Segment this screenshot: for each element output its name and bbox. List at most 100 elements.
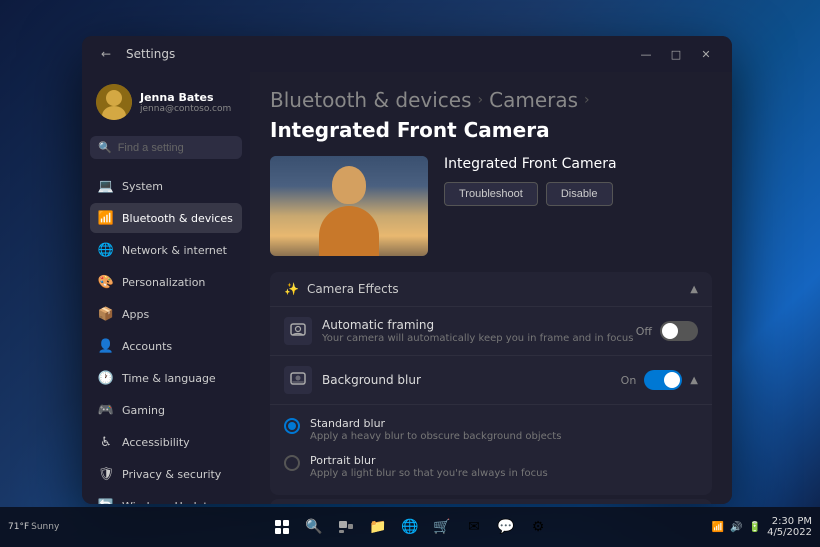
user-info: Jenna Bates jenna@contoso.com bbox=[140, 91, 236, 114]
maximize-button[interactable]: □ bbox=[662, 44, 690, 64]
effects-chevron-up: ▲ bbox=[690, 284, 698, 295]
window-title: Settings bbox=[126, 47, 175, 61]
minimize-button[interactable]: — bbox=[632, 44, 660, 64]
bg-blur-text: Background blur bbox=[322, 373, 621, 387]
sidebar-item-system[interactable]: 💻 System bbox=[90, 171, 242, 201]
sidebar-item-label: System bbox=[122, 180, 163, 193]
sidebar-item-label: Gaming bbox=[122, 404, 165, 417]
sidebar-item-label: Time & language bbox=[122, 372, 216, 385]
sidebar-item-gaming[interactable]: 🎮 Gaming bbox=[90, 395, 242, 425]
sidebar-item-bluetooth[interactable]: 📶 Bluetooth & devices bbox=[90, 203, 242, 233]
window-controls: — □ ✕ bbox=[632, 44, 720, 64]
settings-taskbar-button[interactable]: ⚙ bbox=[524, 513, 552, 541]
person-head bbox=[332, 166, 366, 204]
start-button[interactable] bbox=[268, 513, 296, 541]
search-input[interactable] bbox=[118, 142, 234, 154]
settings-window: ← Settings — □ ✕ bbox=[82, 36, 732, 504]
portrait-blur-desc: Apply a light blur so that you're always… bbox=[310, 468, 698, 479]
edge-button[interactable]: 🌐 bbox=[396, 513, 424, 541]
sidebar-item-accessibility[interactable]: ♿ Accessibility bbox=[90, 427, 242, 457]
teams-button[interactable]: 💬 bbox=[492, 513, 520, 541]
volume-icon: 🔊 bbox=[730, 522, 742, 533]
sidebar-item-personalization[interactable]: 🎨 Personalization bbox=[90, 267, 242, 297]
background-blur-row: Background blur On ▲ bbox=[270, 355, 712, 404]
clock-time: 2:30 PM bbox=[772, 516, 812, 527]
toggle-thumb bbox=[664, 372, 680, 388]
sidebar-item-label: Apps bbox=[122, 308, 149, 321]
bg-blur-status: On bbox=[621, 374, 637, 387]
camera-info: Integrated Front Camera Troubleshoot Dis… bbox=[444, 156, 617, 256]
sidebar-item-accounts[interactable]: 👤 Accounts bbox=[90, 331, 242, 361]
standard-blur-text: Standard blur Apply a heavy blur to obsc… bbox=[310, 417, 698, 442]
battery-icon: 🔋 bbox=[749, 522, 761, 533]
taskbar-left: 71°F Sunny bbox=[8, 522, 59, 532]
avatar bbox=[96, 84, 132, 120]
sidebar-item-apps[interactable]: 📦 Apps bbox=[90, 299, 242, 329]
toggle-thumb bbox=[662, 323, 678, 339]
portrait-blur-radio[interactable] bbox=[284, 455, 300, 471]
breadcrumb: Bluetooth & devices › Cameras › Integrat… bbox=[270, 88, 712, 142]
camera-buttons: Troubleshoot Disable bbox=[444, 182, 617, 206]
camera-section: Integrated Front Camera Troubleshoot Dis… bbox=[270, 156, 712, 256]
taskbar-right: 📶 🔊 🔋 2:30 PM 4/5/2022 bbox=[712, 516, 812, 538]
standard-blur-desc: Apply a heavy blur to obscure background… bbox=[310, 431, 698, 442]
background-blur-toggle[interactable] bbox=[644, 370, 682, 390]
sidebar-item-time[interactable]: 🕐 Time & language bbox=[90, 363, 242, 393]
accounts-icon: 👤 bbox=[98, 338, 114, 354]
auto-framing-toggle[interactable] bbox=[660, 321, 698, 341]
camera-preview bbox=[270, 156, 428, 256]
titlebar-left: ← Settings bbox=[94, 42, 175, 66]
disable-button[interactable]: Disable bbox=[546, 182, 613, 206]
camera-effects-card: ✨ Camera Effects ▲ bbox=[270, 272, 712, 495]
auto-framing-desc: Your camera will automatically keep you … bbox=[322, 333, 636, 344]
mail-button[interactable]: ✉ bbox=[460, 513, 488, 541]
taskview-button[interactable] bbox=[332, 513, 360, 541]
apps-icon: 📦 bbox=[98, 306, 114, 322]
background-blur-left: Background blur bbox=[284, 366, 621, 394]
window-titlebar: ← Settings — □ ✕ bbox=[82, 36, 732, 72]
portrait-blur-text: Portrait blur Apply a light blur so that… bbox=[310, 454, 698, 479]
camera-background bbox=[270, 156, 428, 256]
portrait-blur-option[interactable]: Portrait blur Apply a light blur so that… bbox=[284, 448, 698, 485]
sidebar-item-label: Accessibility bbox=[122, 436, 190, 449]
wifi-icon: 📶 bbox=[712, 522, 724, 533]
accessibility-icon: ♿ bbox=[98, 434, 114, 450]
breadcrumb-cameras[interactable]: Cameras bbox=[489, 88, 578, 112]
camera-person-silhouette bbox=[314, 166, 384, 256]
troubleshoot-button[interactable]: Troubleshoot bbox=[444, 182, 538, 206]
standard-blur-option[interactable]: Standard blur Apply a heavy blur to obsc… bbox=[284, 411, 698, 448]
auto-framing-control: Off bbox=[636, 321, 698, 341]
privacy-icon: 🛡 bbox=[98, 466, 114, 482]
close-button[interactable]: ✕ bbox=[692, 44, 720, 64]
network-icon: 🌐 bbox=[98, 242, 114, 258]
files-button[interactable]: 📁 bbox=[364, 513, 392, 541]
standard-blur-radio[interactable] bbox=[284, 418, 300, 434]
effects-title: Camera Effects bbox=[307, 282, 399, 296]
breadcrumb-sep-2: › bbox=[584, 92, 590, 108]
user-email: jenna@contoso.com bbox=[140, 104, 236, 114]
breadcrumb-bluetooth[interactable]: Bluetooth & devices bbox=[270, 88, 472, 112]
sidebar-item-label: Windows Update bbox=[122, 500, 214, 505]
taskbar-center: 🔍 📁 🌐 🛒 ✉ 💬 ⚙ bbox=[268, 513, 552, 541]
weather-condition: Sunny bbox=[31, 522, 59, 532]
back-button[interactable]: ← bbox=[94, 42, 118, 66]
eye-contact-header[interactable]: 👁 Eye contact On ▲ bbox=[270, 499, 712, 504]
breadcrumb-current: Integrated Front Camera bbox=[270, 118, 550, 142]
search-box[interactable]: 🔍 bbox=[90, 136, 242, 159]
sidebar-item-network[interactable]: 🌐 Network & internet bbox=[90, 235, 242, 265]
sidebar: Jenna Bates jenna@contoso.com 🔍 💻 System… bbox=[82, 72, 250, 504]
bg-blur-icon bbox=[284, 366, 312, 394]
sidebar-item-privacy[interactable]: 🛡 Privacy & security bbox=[90, 459, 242, 489]
bg-blur-title: Background blur bbox=[322, 373, 621, 387]
auto-framing-text: Automatic framing Your camera will autom… bbox=[322, 318, 636, 344]
camera-effects-header[interactable]: ✨ Camera Effects ▲ bbox=[270, 272, 712, 306]
automatic-framing-row: Automatic framing Your camera will autom… bbox=[270, 306, 712, 355]
system-icon: 💻 bbox=[98, 178, 114, 194]
user-profile[interactable]: Jenna Bates jenna@contoso.com bbox=[90, 76, 242, 128]
sidebar-item-update[interactable]: 🔄 Windows Update bbox=[90, 491, 242, 504]
user-name: Jenna Bates bbox=[140, 91, 236, 104]
auto-framing-icon bbox=[284, 317, 312, 345]
taskbar-clock[interactable]: 2:30 PM 4/5/2022 bbox=[767, 516, 812, 538]
store-button[interactable]: 🛒 bbox=[428, 513, 456, 541]
search-taskbar-button[interactable]: 🔍 bbox=[300, 513, 328, 541]
